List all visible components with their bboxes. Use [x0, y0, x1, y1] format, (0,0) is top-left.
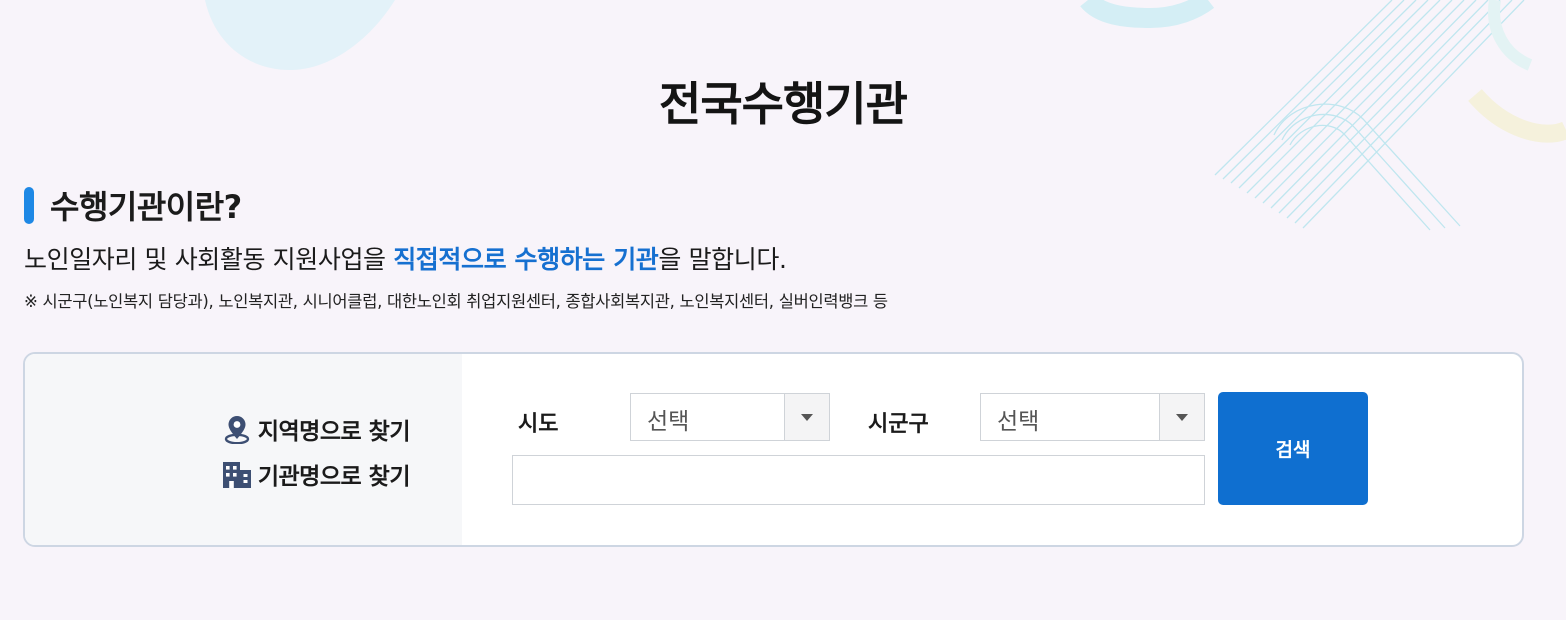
search-mode-panel: 지역명으로 찾기 기관명으로 찾기 — [25, 354, 462, 545]
chevron-down-icon[interactable] — [1159, 394, 1204, 440]
section-heading-text: 수행기관이란? — [50, 188, 242, 226]
building-icon — [222, 459, 252, 489]
sido-select-value: 선택 — [647, 409, 690, 435]
search-by-region-label: 지역명으로 찾기 — [257, 419, 411, 445]
section-heading: 수행기관이란? — [24, 182, 242, 228]
page-title: 전국수행기관 — [659, 77, 908, 131]
institution-types-note: ※ 시군구(노인복지 담당과), 노인복지관, 시니어클럽, 대한노인회 취업지… — [24, 292, 888, 311]
sigungu-label: 시군구 — [868, 412, 929, 437]
search-button[interactable]: 검색 — [1218, 392, 1368, 505]
section-accent-bar — [24, 186, 34, 224]
description-text-after: 을 말합니다. — [658, 245, 787, 274]
search-panel: 지역명으로 찾기 기관명으로 찾기 시도 선택 시군구 선택 검색 — [23, 352, 1524, 547]
location-pin-icon — [222, 414, 252, 444]
keyword-search-input[interactable] — [512, 455, 1205, 505]
search-by-institution-option[interactable]: 기관명으로 찾기 — [222, 457, 411, 491]
sido-select[interactable]: 선택 — [630, 393, 830, 441]
sigungu-select-value: 선택 — [997, 409, 1040, 435]
section-description: 노인일자리 및 사회활동 지원사업을 직접적으로 수행하는 기관을 말합니다. — [24, 240, 787, 276]
description-text-before: 노인일자리 및 사회활동 지원사업을 — [24, 245, 394, 274]
search-by-region-option[interactable]: 지역명으로 찾기 — [222, 412, 411, 446]
search-by-institution-label: 기관명으로 찾기 — [257, 464, 411, 490]
description-highlight: 직접적으로 수행하는 기관 — [393, 245, 659, 274]
chevron-down-icon[interactable] — [784, 394, 829, 440]
sigungu-select[interactable]: 선택 — [980, 393, 1205, 441]
sido-label: 시도 — [518, 412, 559, 437]
